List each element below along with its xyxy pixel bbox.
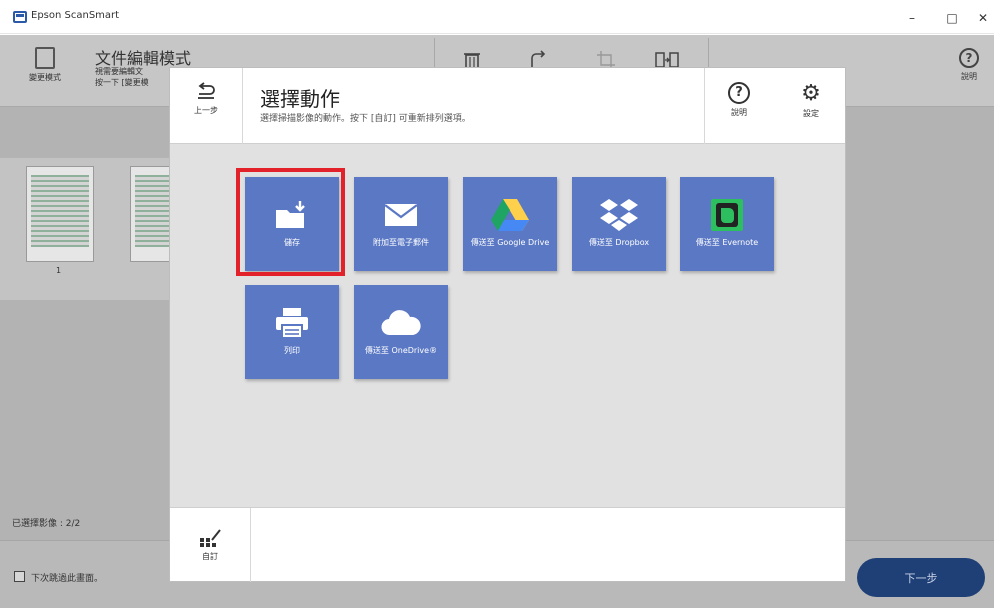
main-help-label: 說明 (961, 72, 977, 81)
cloud-icon (354, 305, 448, 341)
printer-icon (245, 305, 339, 341)
customize-icon (199, 528, 221, 548)
dropbox-icon (572, 197, 666, 233)
skip-screen-checkbox[interactable] (14, 571, 25, 582)
google-drive-icon (463, 197, 557, 233)
header-divider (704, 68, 705, 144)
thumbnail-strip (0, 158, 198, 300)
back-label: 上一步 (194, 106, 218, 115)
app-icon (13, 11, 27, 23)
selected-tile-highlight (236, 168, 345, 276)
dialog-title: 選擇動作 (260, 87, 340, 111)
change-mode-label: 變更模式 (29, 73, 61, 82)
skip-screen-label: 下次跳過此畫面。 (31, 574, 104, 584)
dialog-header: 上一步 選擇動作 選擇掃描影像的動作。按下 [自訂] 可重新排列選項。 ? 說明… (170, 68, 845, 144)
mode-description-line2: 按一下 [變更模 (95, 78, 149, 87)
selected-image-count: 已選擇影像 : 2/2 (12, 519, 81, 529)
next-button[interactable]: 下一步 (857, 558, 985, 597)
google-drive-tile[interactable]: 傳送至 Google Drive (463, 177, 557, 271)
help-icon: ? (959, 48, 979, 68)
back-button[interactable]: 上一步 (186, 82, 226, 116)
window-title: Epson ScanSmart (31, 10, 120, 21)
customize-label: 自訂 (202, 552, 218, 561)
evernote-label: 傳送至 Evernote (695, 238, 759, 247)
onedrive-label: 傳送至 OneDrive® (364, 346, 438, 355)
print-tile[interactable]: 列印 (245, 285, 339, 379)
customize-button[interactable]: 自訂 (190, 528, 230, 562)
email-tile[interactable]: 附加至電子郵件 (354, 177, 448, 271)
dropbox-tile[interactable]: 傳送至 Dropbox (572, 177, 666, 271)
evernote-icon (680, 197, 774, 233)
change-mode-button[interactable]: 變更模式 (20, 47, 70, 83)
maximize-button[interactable]: □ (937, 8, 967, 28)
thumbnail-number: 1 (56, 266, 62, 275)
header-divider (242, 68, 243, 144)
title-bar: Epson ScanSmart – □ ✕ (0, 0, 994, 34)
dialog-footer: 自訂 (170, 507, 845, 582)
dialog-settings-button[interactable]: ⚙ 設定 (794, 82, 828, 119)
select-action-dialog: 上一步 選擇動作 選擇掃描影像的動作。按下 [自訂] 可重新排列選項。 ? 說明… (169, 67, 846, 582)
footer-divider (250, 508, 251, 582)
dialog-settings-label: 設定 (803, 109, 819, 118)
email-label: 附加至電子郵件 (373, 238, 429, 247)
dropbox-label: 傳送至 Dropbox (588, 238, 650, 247)
onedrive-tile[interactable]: 傳送至 OneDrive® (354, 285, 448, 379)
evernote-tile[interactable]: 傳送至 Evernote (680, 177, 774, 271)
gear-icon: ⚙ (801, 81, 821, 106)
dialog-help-label: 說明 (731, 108, 747, 117)
google-drive-label: 傳送至 Google Drive (470, 238, 550, 247)
main-help-button[interactable]: ? 說明 (952, 48, 986, 82)
envelope-icon (354, 197, 448, 233)
dialog-help-button[interactable]: ? 說明 (722, 82, 756, 118)
help-icon: ? (728, 82, 750, 104)
back-arrow-icon (186, 82, 226, 104)
dialog-description: 選擇掃描影像的動作。按下 [自訂] 可重新排列選項。 (260, 114, 471, 124)
document-mode-icon (35, 47, 55, 69)
minimize-button[interactable]: – (897, 8, 927, 28)
page-thumbnail[interactable] (26, 166, 94, 262)
close-button[interactable]: ✕ (968, 8, 994, 28)
thumbnail-content (31, 175, 89, 247)
mode-description-line1: 視需要編輯文 (95, 67, 143, 76)
print-label: 列印 (284, 346, 300, 355)
